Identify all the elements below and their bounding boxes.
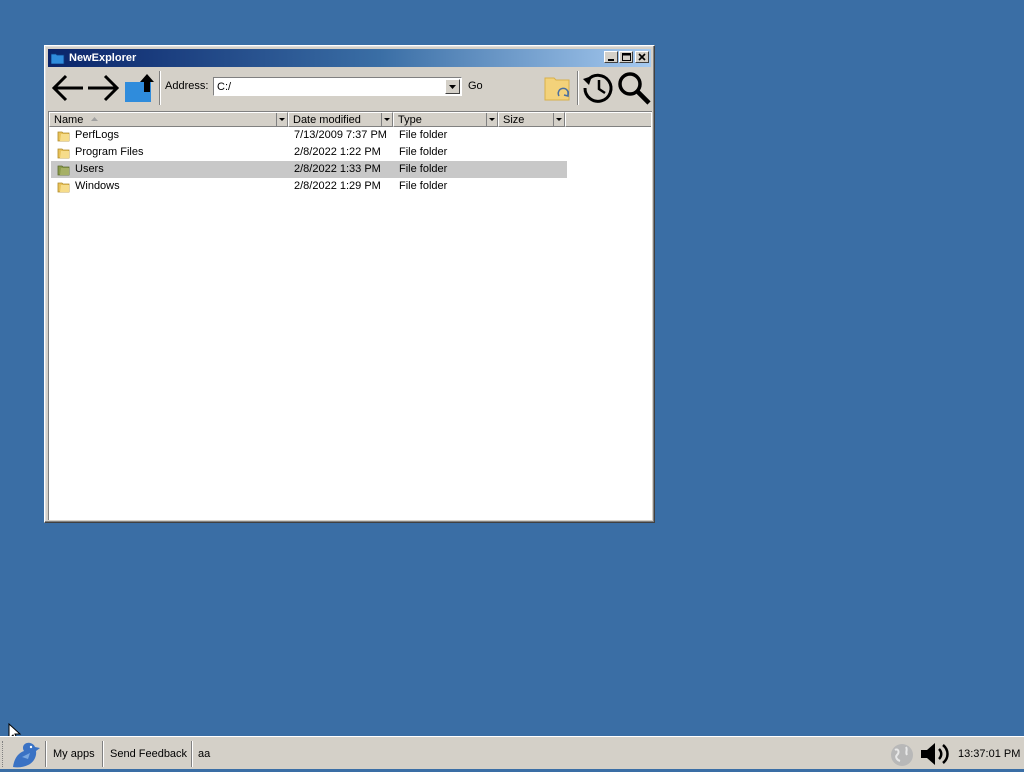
- list-item[interactable]: Windows 2/8/2022 1:29 PM File folder: [51, 178, 567, 195]
- forward-button[interactable]: [85, 70, 121, 106]
- list-item[interactable]: PerfLogs 7/13/2009 7:37 PM File folder: [51, 127, 567, 144]
- window-title: NewExplorer: [69, 52, 137, 64]
- back-button[interactable]: [50, 70, 86, 106]
- file-date: 2/8/2022 1:33 PM: [294, 163, 381, 175]
- column-size[interactable]: Size: [498, 112, 565, 127]
- network-icon: [891, 744, 913, 766]
- arrow-left-icon: [51, 74, 83, 102]
- column-header: Name Date modified Type Size: [49, 112, 651, 127]
- column-type[interactable]: Type: [393, 112, 498, 127]
- folder-icon: [57, 148, 70, 159]
- send-feedback-button[interactable]: Send Feedback: [110, 748, 187, 760]
- explorer-window: NewExplorer Address: C:/ Go Name Date mo…: [44, 45, 655, 523]
- column-date-dropdown[interactable]: [381, 113, 392, 126]
- file-name: PerfLogs: [75, 129, 120, 141]
- folder-icon: [57, 182, 70, 193]
- chevron-down-icon: [449, 84, 456, 89]
- folder-icon: [57, 165, 70, 176]
- file-name: Program Files: [75, 146, 144, 158]
- minimize-button[interactable]: [604, 51, 618, 63]
- file-name: Users: [75, 163, 104, 175]
- file-type: File folder: [399, 146, 448, 158]
- history-icon: [583, 73, 613, 103]
- history-button[interactable]: [580, 70, 616, 106]
- address-combobox[interactable]: [213, 77, 462, 96]
- column-type-label: Type: [398, 114, 422, 126]
- close-button[interactable]: [635, 51, 649, 63]
- column-date-modified[interactable]: Date modified: [288, 112, 393, 127]
- volume-icon: [921, 743, 949, 765]
- column-size-label: Size: [503, 114, 525, 126]
- folder-refresh-icon: [544, 77, 570, 101]
- taskbar-grip[interactable]: [2, 741, 6, 767]
- file-name: Windows: [75, 180, 120, 192]
- column-date-label: Date modified: [293, 114, 361, 126]
- maximize-button[interactable]: [619, 51, 633, 63]
- folder-icon: [50, 53, 65, 64]
- taskbar-clock[interactable]: 13:37:01 PM: [958, 748, 1020, 760]
- column-type-dropdown[interactable]: [486, 113, 497, 126]
- list-item-selected[interactable]: Users 2/8/2022 1:33 PM File folder: [51, 161, 567, 178]
- chevron-down-icon: [489, 118, 495, 121]
- refresh-folder-button[interactable]: [541, 70, 577, 106]
- column-name-label: Name: [54, 114, 84, 126]
- search-button[interactable]: [616, 70, 652, 106]
- column-name[interactable]: Name: [49, 112, 288, 127]
- address-dropdown-button[interactable]: [445, 79, 460, 94]
- list-item[interactable]: Program Files 2/8/2022 1:22 PM File fold…: [51, 144, 567, 161]
- start-button[interactable]: [8, 739, 42, 769]
- folder-icon: [57, 131, 70, 142]
- arrow-right-icon: [88, 74, 120, 102]
- start-logo-icon: [13, 742, 40, 768]
- chevron-down-icon: [556, 118, 562, 121]
- file-type: File folder: [399, 180, 448, 192]
- column-size-dropdown[interactable]: [553, 113, 564, 126]
- file-type: File folder: [399, 163, 448, 175]
- close-icon: [638, 53, 646, 61]
- network-tray-button[interactable]: [888, 740, 916, 768]
- folder-up-icon: [125, 74, 154, 102]
- file-type: File folder: [399, 129, 448, 141]
- address-input[interactable]: [215, 79, 447, 94]
- chevron-down-icon: [384, 118, 390, 121]
- column-filler: [565, 112, 651, 127]
- address-label: Address:: [165, 80, 209, 92]
- taskbar-task-button[interactable]: aa: [198, 748, 210, 760]
- file-date: 7/13/2009 7:37 PM: [294, 129, 387, 141]
- title-bar[interactable]: NewExplorer: [48, 49, 651, 67]
- file-list[interactable]: Name Date modified Type Size PerfLogs 7/…: [48, 111, 652, 520]
- volume-tray-button[interactable]: [918, 740, 954, 768]
- up-folder-button[interactable]: [122, 70, 158, 106]
- toolbar: Address: Go: [48, 69, 651, 109]
- search-icon: [618, 72, 651, 105]
- sort-ascending-icon: [91, 117, 98, 121]
- taskbar: My apps Send Feedback aa 13:37:01 PM: [0, 736, 1024, 769]
- go-button[interactable]: Go: [468, 80, 483, 92]
- file-date: 2/8/2022 1:29 PM: [294, 180, 381, 192]
- chevron-down-icon: [279, 118, 285, 121]
- minimize-icon: [608, 59, 614, 61]
- maximize-icon: [621, 53, 631, 61]
- column-name-dropdown[interactable]: [276, 113, 287, 126]
- file-date: 2/8/2022 1:22 PM: [294, 146, 381, 158]
- my-apps-button[interactable]: My apps: [53, 748, 95, 760]
